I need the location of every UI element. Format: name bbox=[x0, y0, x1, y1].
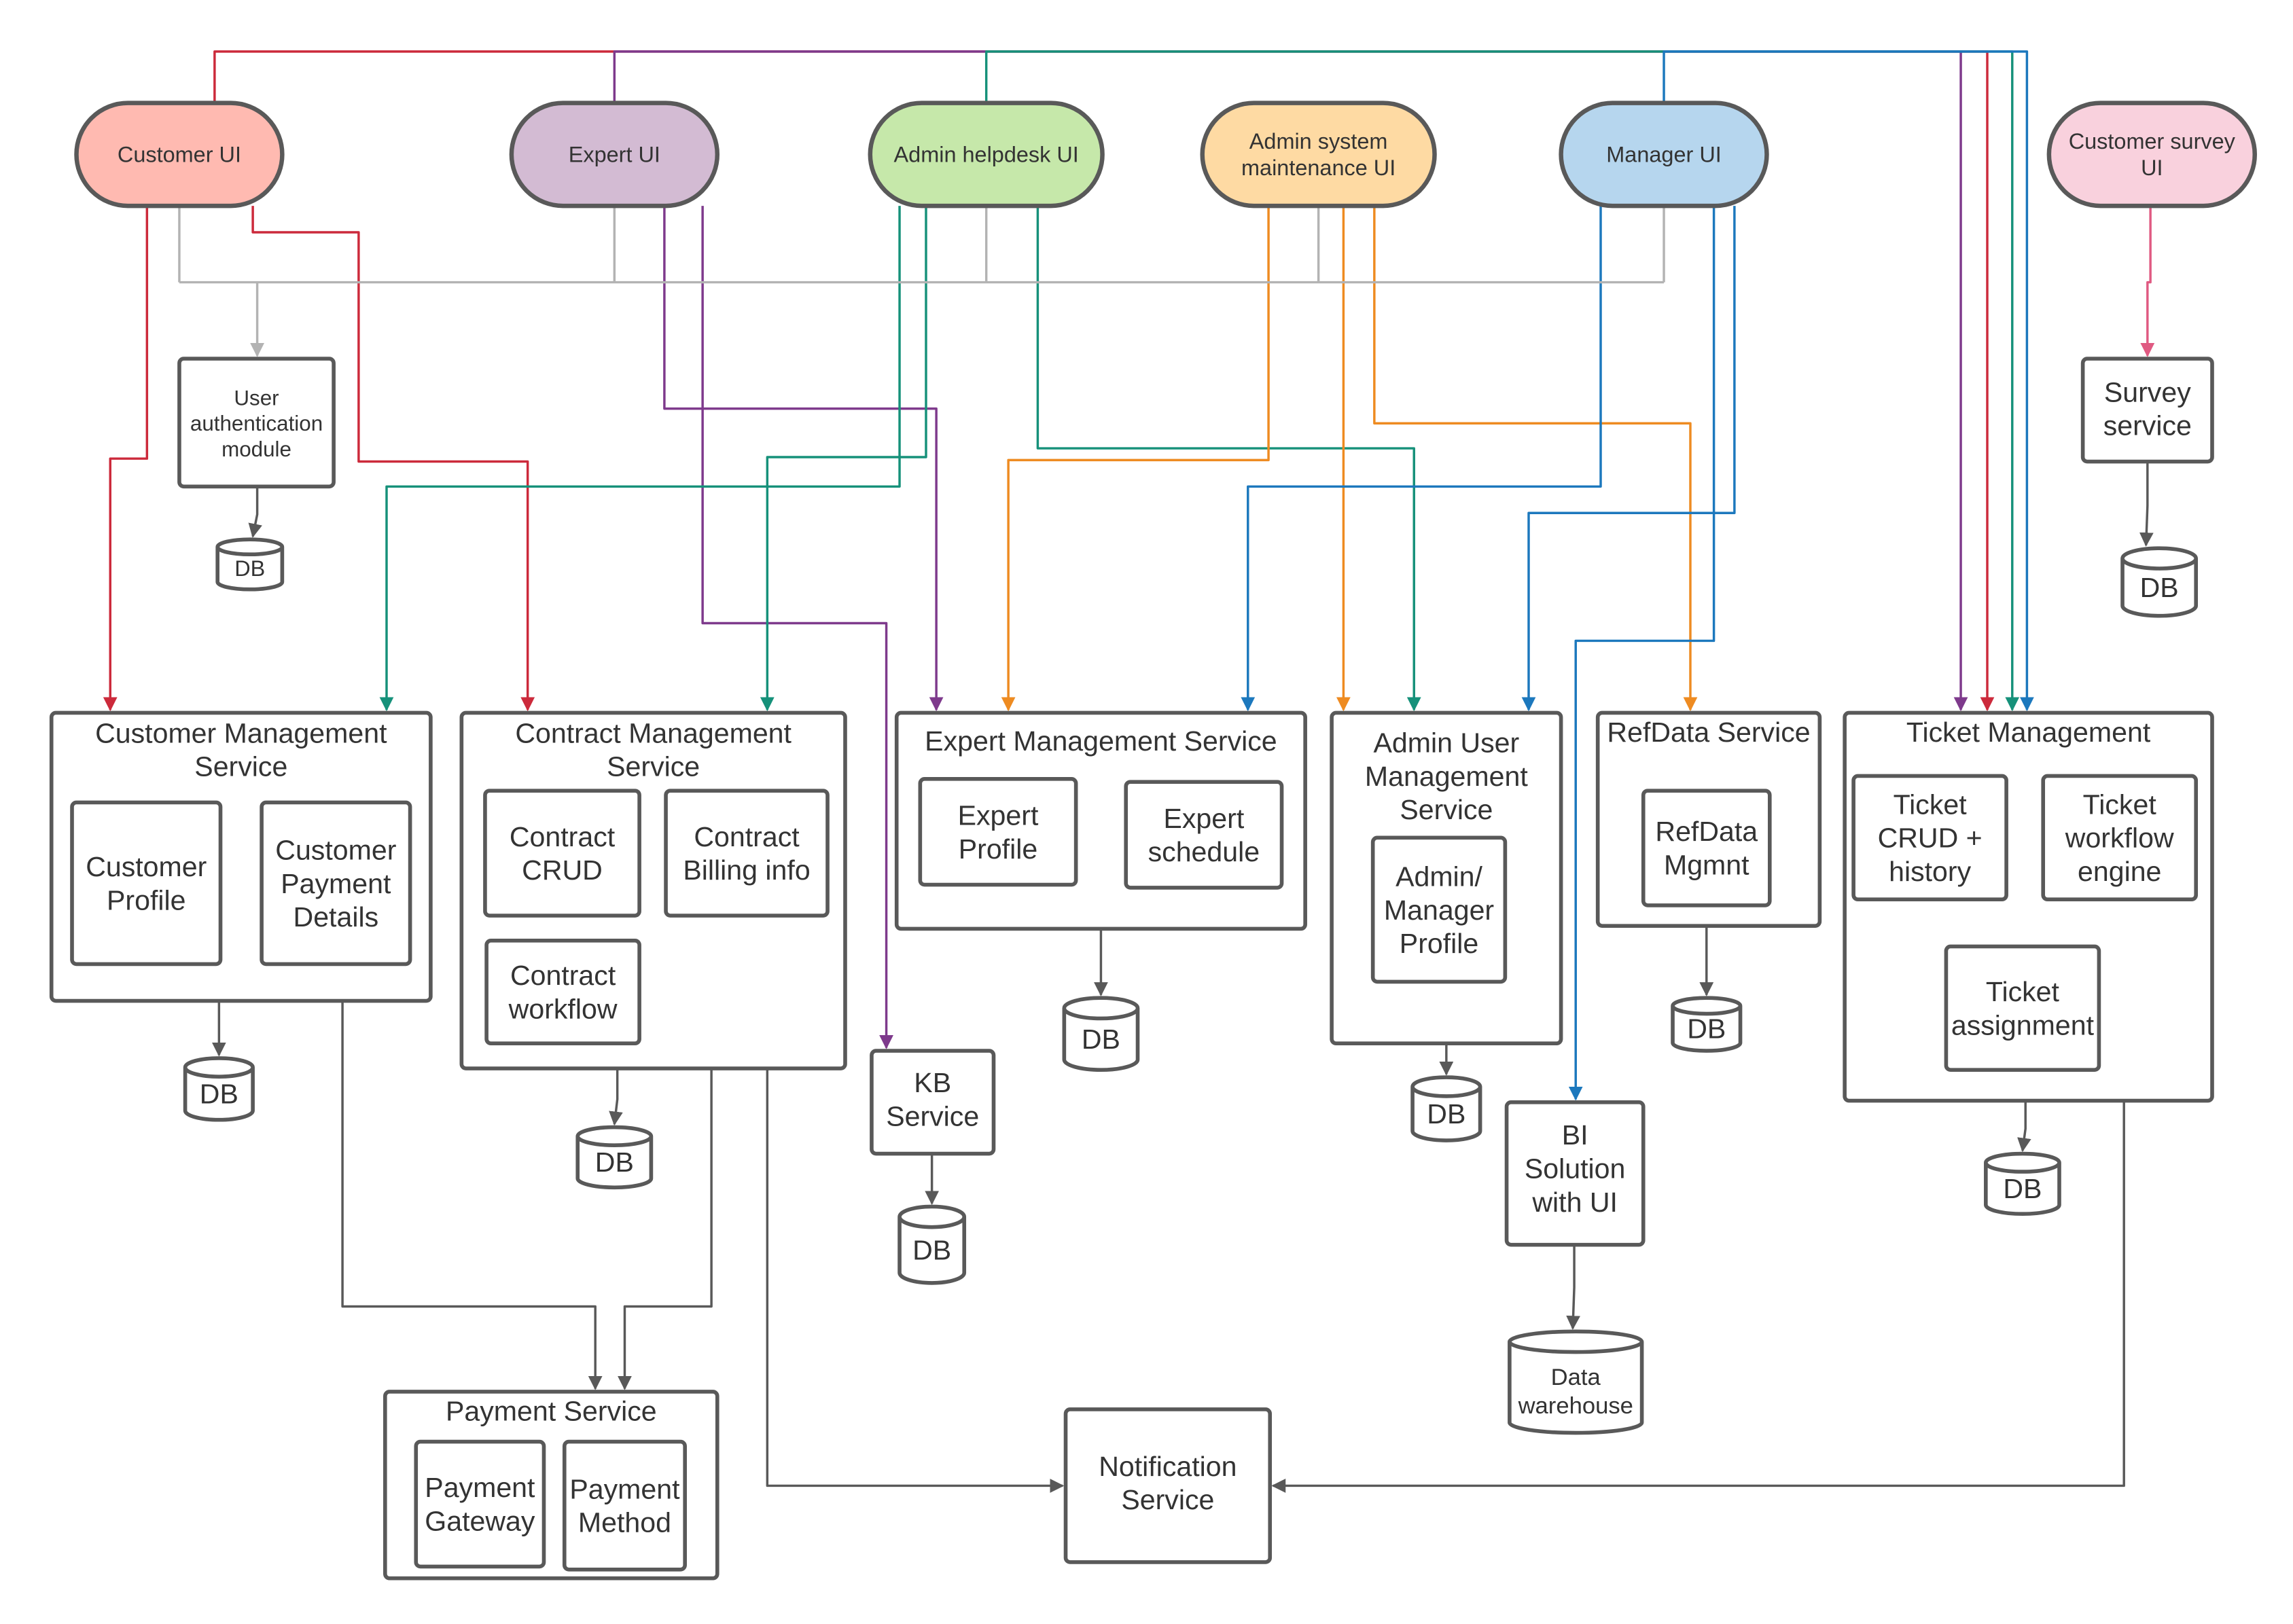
component-box[interactable]: Customer Payment Details bbox=[260, 800, 412, 967]
db-customer-database[interactable]: DB bbox=[183, 1056, 255, 1122]
edge-user-auth-to-db-auth bbox=[248, 486, 262, 538]
component-label: Ticket CRUD + history bbox=[1878, 789, 1983, 887]
edge-manager-ui-to-bi bbox=[1568, 206, 1716, 1101]
expert-ui-node[interactable]: Expert UI bbox=[509, 101, 720, 209]
db-contract-database[interactable]: DB bbox=[575, 1125, 654, 1190]
component-box[interactable]: Admin/Manager Profile bbox=[1370, 835, 1508, 984]
component-box[interactable]: Contract workflow bbox=[484, 938, 641, 1046]
notification-service[interactable]: Notification Service bbox=[1063, 1407, 1273, 1564]
contract-mgmt-service[interactable]: Contract Management ServiceContract CRUDCo… bbox=[459, 710, 847, 1070]
ui-label: Admin helpdesk UI bbox=[894, 143, 1079, 167]
db-ticket-database[interactable]: DB bbox=[1984, 1151, 2061, 1216]
component-box[interactable]: Ticket workflow engine bbox=[2041, 774, 2199, 902]
component-box[interactable]: Payment Gateway bbox=[414, 1439, 546, 1569]
component-box[interactable]: Contract Billing info bbox=[664, 789, 830, 918]
db-auth-database[interactable]: DB bbox=[215, 537, 285, 592]
database-label: DB bbox=[234, 556, 265, 581]
database-label: DB bbox=[595, 1147, 634, 1178]
refdata-service[interactable]: RefData Service RefData Mgmnt bbox=[1595, 710, 1822, 928]
admin-helpdesk-ui-node[interactable]: Admin helpdesk UI bbox=[868, 101, 1105, 209]
database-label: DB bbox=[1082, 1024, 1120, 1055]
edge-contract-mgmt-to-payment bbox=[618, 1068, 713, 1390]
component-box[interactable]: Customer Profile bbox=[70, 800, 223, 967]
database-label: DB bbox=[2003, 1173, 2042, 1204]
component-box[interactable]: Ticket assignment bbox=[1944, 944, 2101, 1072]
component-label: Customer Payment Details bbox=[275, 834, 396, 933]
database-label: DB bbox=[912, 1235, 951, 1266]
edge-ticket-mgmt-to-db-ticket bbox=[2017, 1100, 2031, 1153]
architecture-diagram: Customer UI Expert UI Admin helpdesk UI Adm… bbox=[49, 50, 2257, 1581]
db-admin-database[interactable]: DB bbox=[1410, 1075, 1482, 1142]
payment-service[interactable]: Payment Service Payment GatewayPayment Meth… bbox=[383, 1390, 719, 1581]
database-label: DB bbox=[1687, 1013, 1726, 1044]
customer-survey-ui-node[interactable]: Customer survey UI bbox=[2046, 101, 2257, 209]
manager-ui-node[interactable]: Manager UI bbox=[1559, 101, 1769, 209]
db-refdata-database[interactable]: DB bbox=[1671, 996, 1743, 1053]
ui-label: Customer UI bbox=[118, 143, 241, 167]
admin-system-ui-node[interactable]: Admin system maintenance UI bbox=[1200, 101, 1437, 209]
component-box[interactable]: Payment Method bbox=[562, 1439, 687, 1572]
service-title: RefData Service bbox=[1607, 717, 1810, 748]
admin-user-mgmt-service[interactable]: Admin User Management ServiceAdmin/Manager… bbox=[1330, 710, 1563, 1046]
service-title: Expert Management Service bbox=[925, 725, 1277, 757]
component-box[interactable]: Ticket CRUD + history bbox=[1851, 774, 2008, 902]
component-box[interactable]: Expert schedule bbox=[1124, 780, 1284, 890]
edge-bi-to-data-warehouse bbox=[1566, 1244, 1580, 1331]
edge-admin-helpdesk-ui-to-ticket-mgmt bbox=[984, 50, 2020, 712]
customer-ui-node[interactable]: Customer UI bbox=[74, 101, 285, 209]
service-title: Payment Service bbox=[446, 1395, 657, 1426]
survey-service[interactable]: Survey service bbox=[2080, 357, 2214, 464]
nodes-layer: Customer UI Expert UI Admin helpdesk UI Adm… bbox=[49, 101, 2257, 1581]
service-title: Ticket Management bbox=[1906, 717, 2151, 748]
ui-label: Manager UI bbox=[1606, 143, 1721, 167]
edge-all-ui-to-user-auth bbox=[178, 206, 1665, 357]
expert-mgmt-service[interactable]: Expert Management Service Expert Profile Ex… bbox=[894, 710, 1307, 931]
db-survey-database[interactable]: DB bbox=[2120, 546, 2199, 618]
ui-label: Expert UI bbox=[569, 143, 660, 167]
edge-survey-to-db-survey bbox=[2139, 461, 2154, 547]
kb-service[interactable]: KB Service bbox=[870, 1049, 996, 1156]
component-label: Admin/Manager Profile bbox=[1384, 861, 1494, 959]
edge-customer-ui-to-customer-mgmt bbox=[103, 206, 149, 712]
database-label: DB bbox=[200, 1079, 238, 1110]
edge-customer-survey-ui-to-survey bbox=[2140, 206, 2155, 357]
database-label: DB bbox=[2140, 572, 2179, 603]
component-box[interactable]: RefData Mgmnt bbox=[1641, 789, 1772, 907]
db-expert-database[interactable]: DB bbox=[1062, 996, 1140, 1072]
customer-mgmt-service[interactable]: Customer Management ServiceCustomer Profil… bbox=[49, 710, 433, 1003]
component-box[interactable]: Contract CRUD bbox=[483, 789, 641, 918]
db-kb-database[interactable]: DB bbox=[897, 1204, 967, 1285]
data-warehouse-database[interactable]: Data warehouse bbox=[1508, 1329, 1644, 1435]
bi-service[interactable]: BI Solution with UI bbox=[1504, 1100, 1646, 1247]
user-auth-service[interactable]: User authentication module bbox=[177, 357, 336, 489]
ticket-mgmt-service[interactable]: Ticket Management Ticket CRUD + history Tick… bbox=[1843, 710, 2214, 1103]
edge-contract-mgmt-to-db-contract bbox=[609, 1068, 623, 1126]
component-box[interactable]: Expert Profile bbox=[918, 777, 1078, 887]
database-label: DB bbox=[1427, 1098, 1465, 1130]
